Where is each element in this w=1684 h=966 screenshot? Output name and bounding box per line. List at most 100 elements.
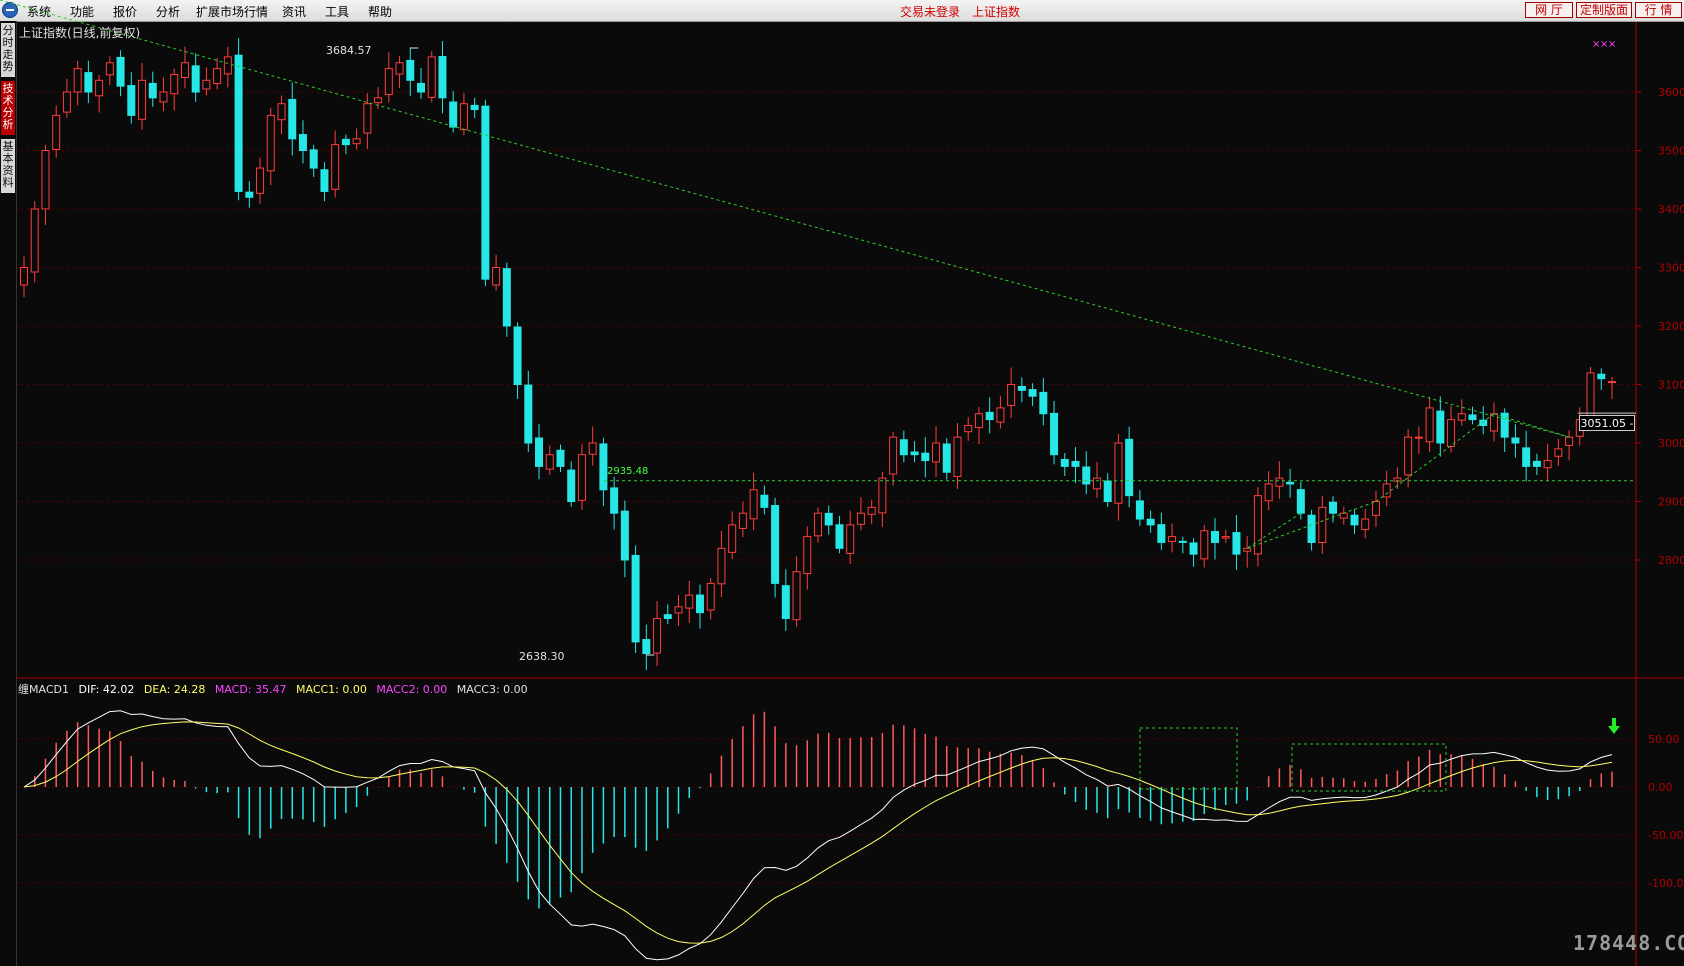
candle-down [1039,391,1048,415]
candle-down [921,452,930,462]
candle-up [728,524,737,553]
candle-down [1286,481,1295,485]
candle-up [1554,448,1563,457]
status-mark: × [1608,39,1616,50]
candle-down [1296,489,1305,514]
candle-up [395,62,404,75]
candle-up [932,442,941,463]
macd-axis-label: -100.00 [1648,877,1684,890]
candle-down [481,105,490,280]
candle-up [30,208,39,273]
candle-up [459,103,468,131]
price-axis-label: 2800 [1658,554,1684,567]
price-axis-label: 3500 [1658,145,1684,158]
candle-up [1339,512,1348,519]
candle-down [1157,524,1166,543]
chart-canvas[interactable]: × × × 360035003400330032003100300029002800… [0,0,1684,966]
candle-down [84,72,93,93]
candle-down [985,411,994,421]
candle-up [749,489,758,520]
candle-up [1318,506,1327,543]
candle-up [653,618,662,654]
candle-up [277,103,286,121]
high-price-label: 3684.57 [326,44,372,57]
candle-up [159,91,168,103]
candle-down [1050,412,1059,456]
candle-up [889,436,898,475]
macd-indicator-name[interactable]: 缠MACD1 [18,683,69,696]
candle-up [1382,483,1391,498]
candle-down [942,443,951,473]
candle-down [288,99,297,140]
candle-up [738,512,747,529]
candle-down [502,268,511,327]
candle-up [266,114,275,172]
macd-axis-label: -50.00 [1648,829,1683,842]
macd-macc1-value: MACC1: 0.00 [296,683,367,696]
candle-up [717,547,726,585]
candle-up [577,454,586,501]
candle-up [1543,460,1552,469]
candle-up [52,114,61,150]
candle-down [116,56,125,87]
candle-down [1350,514,1359,526]
candle-up [1361,518,1370,531]
candle-down [910,451,919,456]
candle-up [384,68,393,95]
candle-up [1457,413,1466,421]
candle-up [223,56,232,75]
candle-down [620,510,629,561]
candle-up [1200,530,1209,560]
candle-down [1146,518,1155,526]
chart-title: 上证指数(日线,前复权) [19,26,141,40]
candle-up [170,73,179,95]
candle-down [1082,466,1091,485]
candle-up [105,62,114,76]
candle-up [1007,384,1016,406]
candle-down [663,614,672,619]
reference-level-label: 2935.48 [607,466,649,477]
candle-down [417,82,425,93]
candle-down [695,594,704,614]
candle-up [974,413,983,429]
candle-down [1522,447,1531,467]
trend-segment-line [1375,413,1495,502]
candle-up [996,407,1005,423]
candle-down [1232,532,1241,555]
price-axis-label: 2900 [1658,496,1684,509]
candle-down [642,639,651,655]
candle-down [535,437,544,467]
candle-up [878,477,887,514]
macd-macd-value: MACD: 35.47 [214,683,287,696]
candle-down [1532,460,1541,467]
candle-down [191,65,200,93]
candle-down [1329,501,1338,514]
candle-up [363,103,372,134]
candle-up [1489,413,1498,432]
candle-up [706,582,715,611]
site-watermark: 178448.COM [1573,931,1684,955]
candle-up [814,512,822,537]
candle-down [513,326,522,385]
candle-down [470,104,479,111]
candle-down [1189,542,1198,555]
candle-up [685,594,694,609]
candle-up [1565,436,1574,446]
macd-dea-value: DEA: 24.28 [143,683,206,696]
candle-up [792,571,801,621]
candle-up [180,62,189,79]
macd-macc3-value: MACC3: 0.00 [456,683,528,696]
candle-down [524,384,533,444]
candle-down [1103,480,1112,502]
candle-down [610,487,619,514]
candle-up [73,68,82,93]
candle-up [20,267,28,286]
macd-zone-box [1291,743,1447,792]
candle-up [803,536,812,575]
candle-down [1436,410,1445,444]
candle-up [1371,501,1380,516]
candle-down [309,149,318,169]
candle-down [1178,540,1187,543]
candle-down [1511,437,1520,444]
candle-up [1114,442,1123,504]
